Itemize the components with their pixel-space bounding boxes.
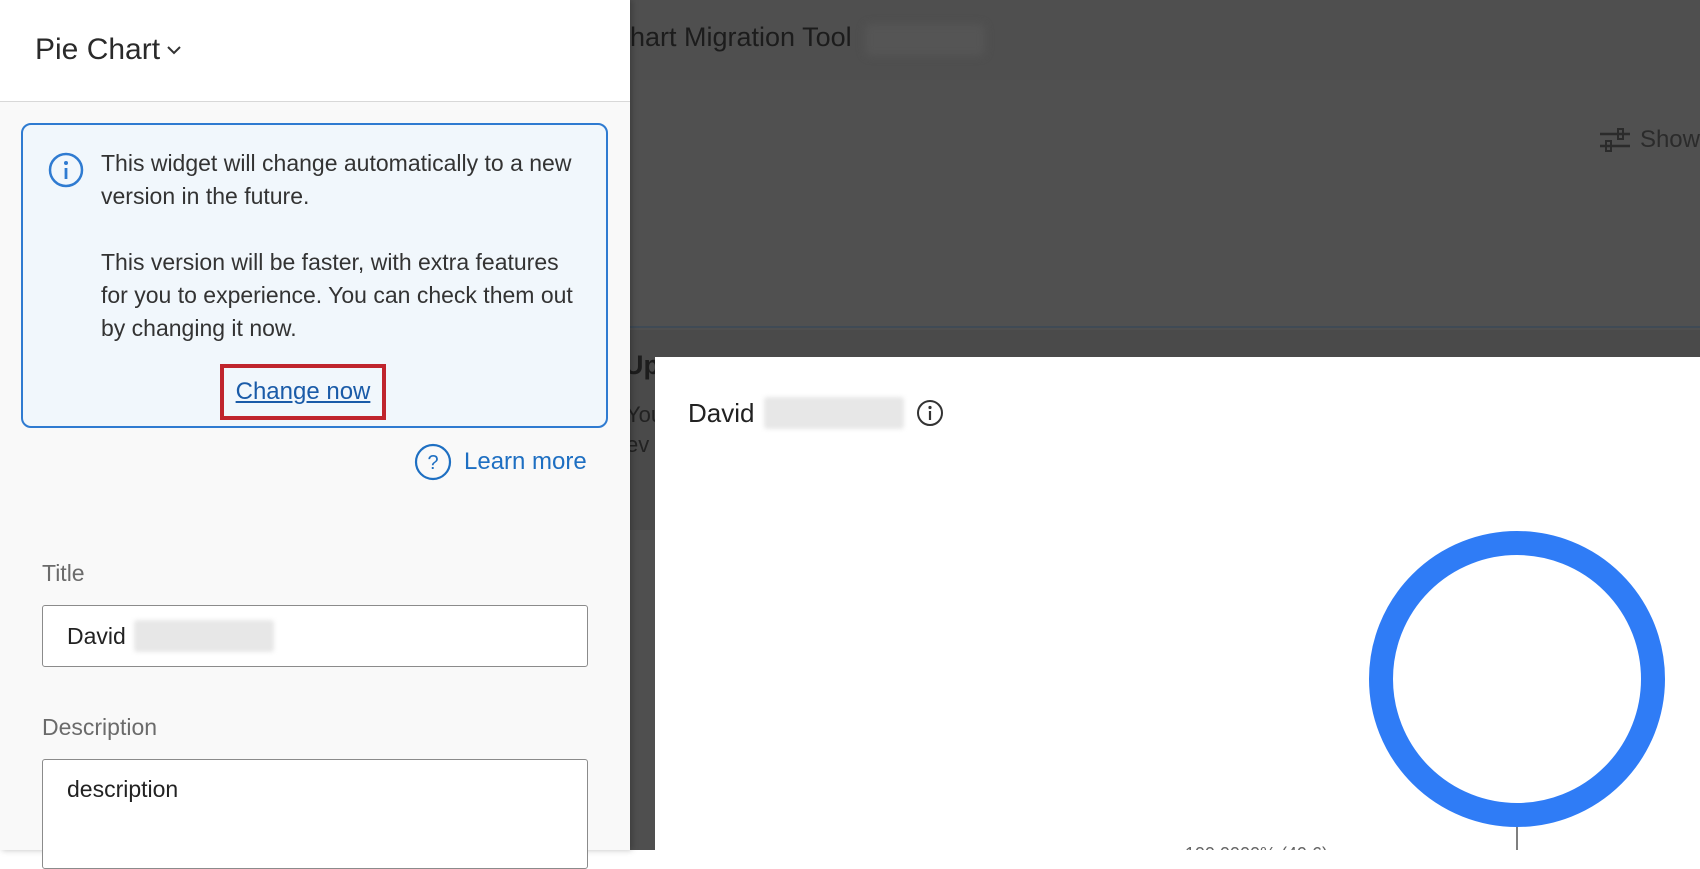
redacted-text bbox=[133, 620, 274, 652]
pie-slice-label-name: anonymous bbox=[1079, 844, 1185, 850]
chevron-down-icon bbox=[167, 46, 181, 55]
widget-preview: David anonymous 100.0000% (49.6) bbox=[655, 357, 1700, 850]
notice-line: This widget will change automatically to… bbox=[101, 150, 572, 209]
learn-more-link[interactable]: ? Learn more bbox=[414, 443, 587, 481]
change-now-link[interactable]: Change now bbox=[236, 378, 371, 406]
chart-type-dropdown[interactable]: Pie Chart bbox=[35, 33, 182, 67]
title-label: Title bbox=[42, 560, 85, 586]
description-input[interactable]: description bbox=[42, 759, 588, 869]
pie-label-leader-line bbox=[1516, 827, 1518, 850]
learn-more-label: Learn more bbox=[464, 448, 587, 475]
pie-slice-anonymous[interactable] bbox=[1369, 531, 1665, 827]
description-label: Description bbox=[42, 714, 158, 740]
editor-header: Pie Chart bbox=[0, 0, 630, 102]
title-input-value: David bbox=[67, 622, 126, 649]
info-icon bbox=[48, 152, 84, 188]
show-label: Show bbox=[1639, 126, 1700, 153]
pie-slice-label-value: 100.0000% (49.6) bbox=[1185, 844, 1328, 850]
editor-panel: Pie Chart This widget will change automa… bbox=[0, 0, 630, 869]
background-toolbar bbox=[630, 80, 1700, 328]
pie-slice-label: anonymous 100.0000% (49.6) bbox=[1079, 844, 1328, 850]
background-header: hart Migration Tool bbox=[630, 0, 1700, 81]
redacted-text bbox=[865, 24, 985, 56]
background-page-title: hart Migration Tool bbox=[630, 22, 852, 52]
description-input-value: description bbox=[67, 776, 179, 802]
notice-text: This widget will change automatically to… bbox=[101, 147, 591, 378]
title-input[interactable]: David bbox=[42, 605, 588, 667]
notice-line: This version will be faster, with extra … bbox=[101, 249, 573, 341]
migration-notice: This widget will change automatically to… bbox=[21, 123, 608, 428]
svg-text:?: ? bbox=[427, 452, 438, 474]
change-now-highlight: Change now bbox=[220, 364, 386, 420]
help-icon: ? bbox=[414, 443, 452, 481]
filter-sliders-icon bbox=[1599, 128, 1630, 152]
pie-chart: anonymous 100.0000% (49.6) bbox=[1079, 531, 1665, 850]
chart-type-label: Pie Chart bbox=[35, 33, 161, 66]
show-filters-button: Show bbox=[1598, 126, 1700, 154]
